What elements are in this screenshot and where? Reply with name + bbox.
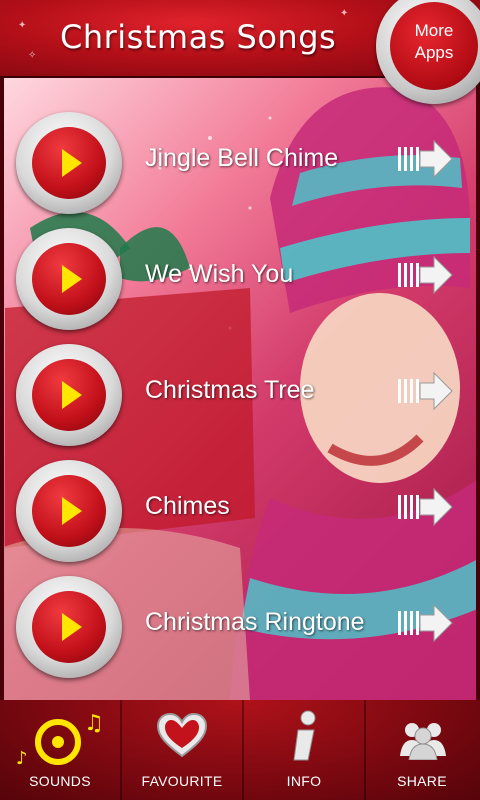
more-apps-line2: Apps xyxy=(414,43,454,62)
tab-label: FAVOURITE xyxy=(141,773,223,789)
song-title: We Wish You xyxy=(145,260,294,288)
bottom-tab-bar: ♫ ♪ SOUNDS FAVOURITE INFO SHARE xyxy=(0,700,480,800)
song-row[interactable]: We Wish You xyxy=(0,220,480,336)
more-apps-label: More Apps xyxy=(390,20,478,64)
play-button-face xyxy=(32,243,106,315)
arrow-right-icon[interactable] xyxy=(398,255,454,295)
arrow-right-icon[interactable] xyxy=(398,603,454,643)
tab-share[interactable]: SHARE xyxy=(362,700,480,800)
more-apps-face: More Apps xyxy=(390,2,478,90)
sounds-icon: ♫ ♪ xyxy=(16,711,104,769)
tab-sounds[interactable]: ♫ ♪ SOUNDS xyxy=(0,700,120,800)
play-icon xyxy=(62,613,82,641)
song-row[interactable]: Christmas Ringtone xyxy=(0,568,480,684)
play-button[interactable] xyxy=(16,228,122,330)
svg-text:♫: ♫ xyxy=(84,711,104,736)
play-icon xyxy=(62,381,82,409)
share-icon xyxy=(400,723,446,760)
page-title: Christmas Songs xyxy=(60,18,337,56)
tab-label: SHARE xyxy=(397,773,447,789)
tab-favourite[interactable]: FAVOURITE xyxy=(122,700,242,800)
play-button[interactable] xyxy=(16,576,122,678)
play-button-face xyxy=(32,127,106,199)
svg-text:♪: ♪ xyxy=(16,748,28,769)
arrow-right-icon[interactable] xyxy=(398,487,454,527)
play-button-face xyxy=(32,359,106,431)
more-apps-line1: More xyxy=(414,21,454,40)
song-list-panel: Jingle Bell Chime We Wish You Christmas … xyxy=(0,76,480,702)
play-icon xyxy=(62,265,82,293)
song-row[interactable]: Chimes xyxy=(0,452,480,568)
tab-label: SOUNDS xyxy=(29,773,91,789)
sparkle-icon: ✧ xyxy=(28,50,37,61)
sparkle-icon: ✦ xyxy=(18,20,27,31)
play-button[interactable] xyxy=(16,344,122,446)
play-button-face xyxy=(32,591,106,663)
arrow-right-icon[interactable] xyxy=(398,371,454,411)
song-row[interactable]: Jingle Bell Chime xyxy=(0,104,480,220)
song-title: Christmas Ringtone xyxy=(145,608,365,636)
play-button[interactable] xyxy=(16,460,122,562)
sparkle-icon: ✦ xyxy=(340,8,349,19)
song-row[interactable]: Christmas Tree xyxy=(0,336,480,452)
play-icon xyxy=(62,497,82,525)
play-button[interactable] xyxy=(16,112,122,214)
tab-label: INFO xyxy=(286,773,322,789)
song-title: Chimes xyxy=(145,492,230,520)
arrow-right-icon[interactable] xyxy=(398,139,454,179)
song-title: Christmas Tree xyxy=(145,376,315,404)
heart-icon xyxy=(156,712,208,758)
song-title: Jingle Bell Chime xyxy=(145,144,339,172)
tab-info[interactable]: INFO xyxy=(244,700,364,800)
play-button-face xyxy=(32,475,106,547)
play-icon xyxy=(62,149,82,177)
info-icon xyxy=(293,710,316,761)
